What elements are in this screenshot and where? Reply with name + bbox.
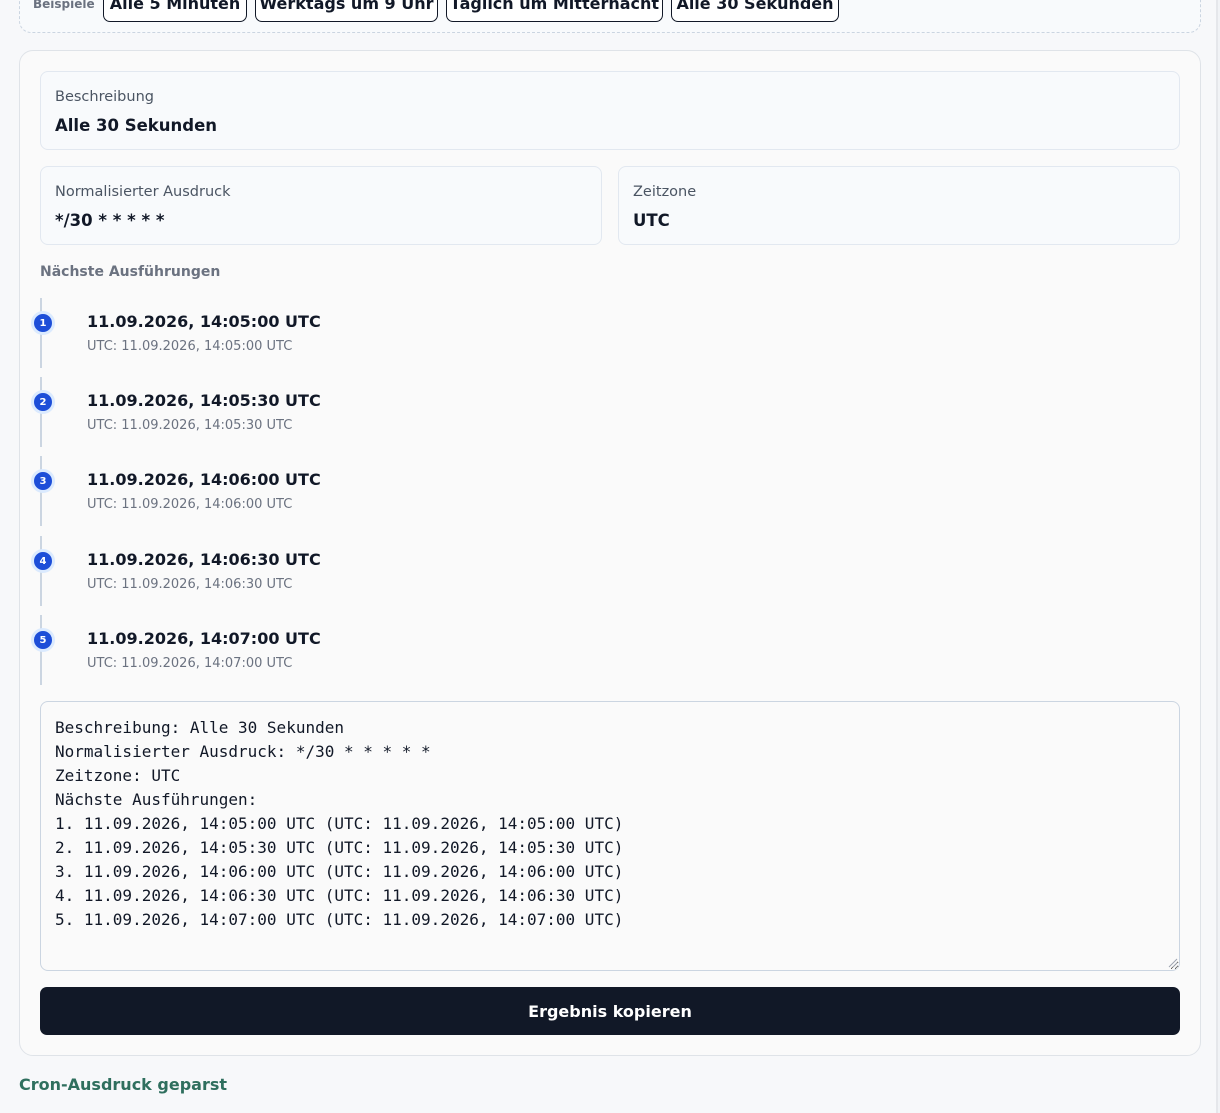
example-button-every-30-sec[interactable]: Alle 30 Sekunden [671, 0, 839, 22]
example-button-weekdays-9[interactable]: Werktags um 9 Uhr [255, 0, 438, 22]
run-time: 11.09.2026, 14:05:00 UTC [87, 312, 321, 331]
status-message: Cron-Ausdruck geparst [19, 1075, 227, 1094]
examples-label: Beispiele [33, 0, 95, 11]
timezone-box: Zeitzone UTC [618, 166, 1180, 245]
description-label: Beschreibung [55, 89, 154, 105]
run-utc-time: UTC: 11.09.2026, 14:06:00 UTC [87, 497, 293, 512]
run-utc-time: UTC: 11.09.2026, 14:06:30 UTC [87, 577, 293, 592]
run-utc-time: UTC: 11.09.2026, 14:05:30 UTC [87, 418, 293, 433]
step-number-badge: 5 [31, 628, 55, 652]
step-number-badge: 1 [31, 311, 55, 335]
result-card: Beschreibung Alle 30 Sekunden Normalisie… [19, 50, 1201, 1056]
run-time: 11.09.2026, 14:06:30 UTC [87, 550, 321, 569]
run-utc-time: UTC: 11.09.2026, 14:07:00 UTC [87, 656, 293, 671]
timezone-label: Zeitzone [633, 184, 697, 200]
copy-result-button[interactable]: Ergebnis kopieren [40, 987, 1180, 1035]
description-box: Beschreibung Alle 30 Sekunden [40, 71, 1180, 150]
result-textarea[interactable]: Beschreibung: Alle 30 Sekunden Normalisi… [40, 701, 1180, 971]
step-number-badge: 2 [31, 390, 55, 414]
step-number-badge: 3 [31, 469, 55, 493]
run-utc-time: UTC: 11.09.2026, 14:05:00 UTC [87, 339, 293, 354]
run-time: 11.09.2026, 14:06:00 UTC [87, 470, 321, 489]
example-button-every-5-min[interactable]: Alle 5 Minuten [103, 0, 247, 22]
run-time: 11.09.2026, 14:05:30 UTC [87, 391, 321, 410]
resize-grip-icon[interactable] [1168, 958, 1178, 968]
next-runs-title: Nächste Ausführungen [40, 264, 221, 280]
examples-panel: Beispiele Alle 5 Minuten Werktags um 9 U… [19, 0, 1201, 33]
timezone-value: UTC [633, 211, 670, 230]
description-value: Alle 30 Sekunden [55, 116, 218, 135]
normalized-label: Normalisierter Ausdruck [55, 184, 231, 200]
normalized-box: Normalisierter Ausdruck */30 * * * * * [40, 166, 602, 245]
step-number-badge: 4 [31, 549, 55, 573]
normalized-value: */30 * * * * * [55, 211, 165, 230]
example-button-daily-midnight[interactable]: Täglich um Mitternacht [446, 0, 663, 22]
run-time: 11.09.2026, 14:07:00 UTC [87, 629, 321, 648]
